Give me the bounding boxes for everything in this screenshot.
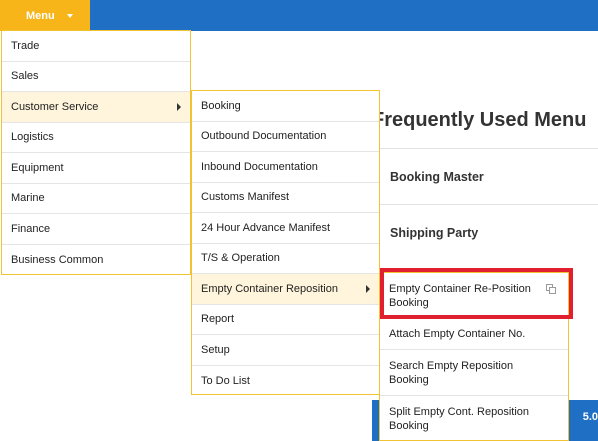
menu-item-label: Attach Empty Container No. bbox=[389, 328, 526, 340]
menu-item-marine[interactable]: Marine bbox=[2, 184, 190, 214]
menu-item-label: Customs Manifest bbox=[201, 191, 290, 204]
menu-item-attach-empty-container-no[interactable]: Attach Empty Container No. bbox=[380, 319, 568, 350]
menu-item-24-hour-advance-manifest[interactable]: 24 Hour Advance Manifest bbox=[192, 213, 379, 244]
copy-icon[interactable] bbox=[546, 284, 556, 294]
menu-item-report[interactable]: Report bbox=[192, 305, 379, 335]
menu-item-sales[interactable]: Sales bbox=[2, 62, 190, 92]
menu-item-label: Equipment bbox=[11, 161, 64, 174]
menu-item-business-common[interactable]: Business Common bbox=[2, 245, 190, 276]
favorite-item-label: Booking Master bbox=[390, 169, 484, 184]
top-bar: Menu bbox=[0, 0, 598, 31]
menu-button-label: Menu bbox=[26, 9, 55, 22]
menu-item-label: Empty Container Reposition bbox=[201, 282, 338, 295]
menu-item-label: Business Common bbox=[11, 253, 104, 266]
menu-item-label: Trade bbox=[11, 39, 40, 52]
menu-item-to-do-list[interactable]: To Do List bbox=[192, 366, 379, 397]
menu-item-customs-manifest[interactable]: Customs Manifest bbox=[192, 183, 379, 213]
menu-item-label: Booking bbox=[201, 99, 241, 112]
menu-item-label: Setup bbox=[201, 343, 230, 356]
menu-item-split-empty-cont-reposition-booking[interactable]: Split Empty Cont. Reposition Booking bbox=[380, 396, 568, 441]
menu-item-label: Finance bbox=[11, 222, 51, 235]
menu-item-empty-container-re-position-booking[interactable]: Empty Container Re-Position Booking bbox=[380, 273, 568, 319]
menu-item-label: Outbound Documentation bbox=[201, 130, 327, 143]
menu-level1: Trade Sales Customer Service Logistics E… bbox=[1, 30, 191, 275]
chevron-right-icon bbox=[177, 102, 181, 111]
favorite-item-label: Shipping Party bbox=[390, 225, 479, 240]
favorite-item-shipping-party[interactable]: Shipping Party bbox=[372, 204, 598, 260]
menu-item-label: Marine bbox=[11, 192, 45, 205]
menu-item-label: Report bbox=[201, 313, 235, 326]
favorite-item-booking-master[interactable]: Booking Master bbox=[372, 148, 598, 204]
menu-item-search-empty-reposition-booking[interactable]: Search Empty Reposition Booking bbox=[380, 350, 568, 396]
menu-item-label: Split Empty Cont. Reposition Booking bbox=[389, 406, 530, 432]
menu-item-label: Search Empty Reposition Booking bbox=[389, 359, 514, 386]
menu-item-label: To Do List bbox=[201, 374, 250, 387]
chevron-down-icon bbox=[66, 13, 73, 18]
menu-item-label: T/S & Operation bbox=[201, 252, 280, 265]
chevron-right-icon bbox=[366, 284, 370, 293]
menu-button[interactable]: Menu bbox=[0, 0, 90, 31]
frequently-used-title: Frequently Used Menu bbox=[372, 109, 587, 131]
menu-item-empty-container-reposition[interactable]: Empty Container Reposition bbox=[192, 274, 379, 305]
menu-item-label: Inbound Documentation bbox=[201, 160, 318, 173]
menu-item-label: 24 Hour Advance Manifest bbox=[201, 221, 331, 234]
menu-item-logistics[interactable]: Logistics bbox=[2, 123, 190, 153]
menu-level2: Booking Outbound Documentation Inbound D… bbox=[191, 90, 380, 395]
menu-item-label: Sales bbox=[11, 70, 39, 83]
menu-item-customer-service[interactable]: Customer Service bbox=[2, 92, 190, 123]
menu-item-booking[interactable]: Booking bbox=[192, 91, 379, 122]
partial-text: 5.0 bbox=[582, 411, 598, 423]
menu-item-ts-operation[interactable]: T/S & Operation bbox=[192, 244, 379, 274]
menu-item-label: Logistics bbox=[11, 131, 54, 144]
menu-item-outbound-documentation[interactable]: Outbound Documentation bbox=[192, 122, 379, 152]
menu-item-label: Empty Container Re-Position Booking bbox=[389, 282, 531, 309]
menu-item-label: Customer Service bbox=[11, 100, 99, 113]
menu-item-equipment[interactable]: Equipment bbox=[2, 153, 190, 184]
menu-item-finance[interactable]: Finance bbox=[2, 214, 190, 245]
menu-level3: Empty Container Re-Position Booking Atta… bbox=[379, 272, 569, 441]
menu-item-trade[interactable]: Trade bbox=[2, 31, 190, 62]
menu-item-setup[interactable]: Setup bbox=[192, 335, 379, 366]
menu-item-inbound-documentation[interactable]: Inbound Documentation bbox=[192, 152, 379, 183]
